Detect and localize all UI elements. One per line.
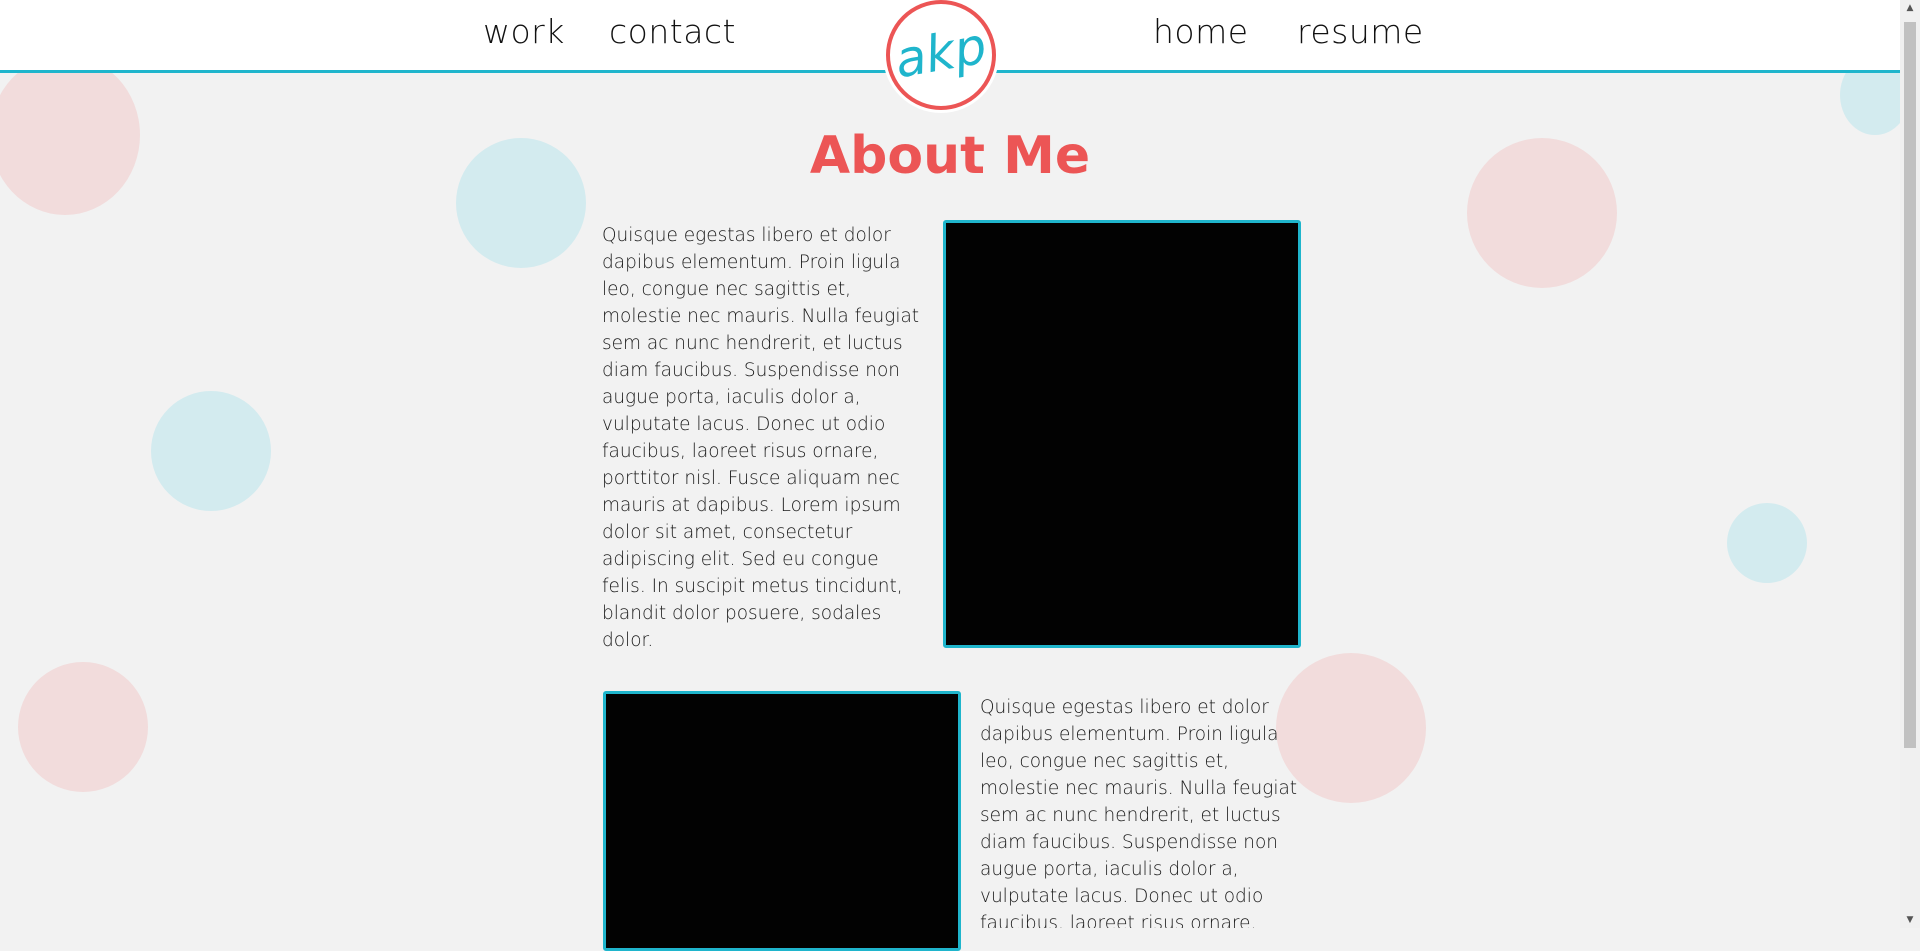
nav-link-contact[interactable]: contact <box>609 12 736 51</box>
decor-bubble-pink <box>18 662 148 792</box>
decor-bubble-pink <box>1276 653 1426 803</box>
decor-bubble-blue <box>1727 503 1807 583</box>
scroll-up-arrow-icon[interactable]: ▲ <box>1900 0 1920 16</box>
about-photo-1 <box>943 220 1301 648</box>
about-paragraph-2: Quisque egestas libero et dolor dapibus … <box>980 697 1298 928</box>
scroll-thumb[interactable] <box>1904 22 1916 748</box>
page-title: About Me <box>809 126 1091 186</box>
nav-link-home[interactable]: home <box>1153 12 1249 51</box>
nav-link-resume[interactable]: resume <box>1297 12 1424 51</box>
about-paragraph-1: Quisque egestas libero et dolor dapibus … <box>602 225 920 651</box>
page-scrollbar[interactable]: ▲ ▼ <box>1900 0 1920 928</box>
site-logo[interactable]: akp <box>886 0 996 110</box>
decor-bubble-blue <box>151 391 271 511</box>
scroll-down-arrow-icon[interactable]: ▼ <box>1900 912 1920 928</box>
about-photo-2 <box>603 691 961 951</box>
nav-link-work[interactable]: work <box>483 12 565 51</box>
logo-text: akp <box>890 16 992 90</box>
